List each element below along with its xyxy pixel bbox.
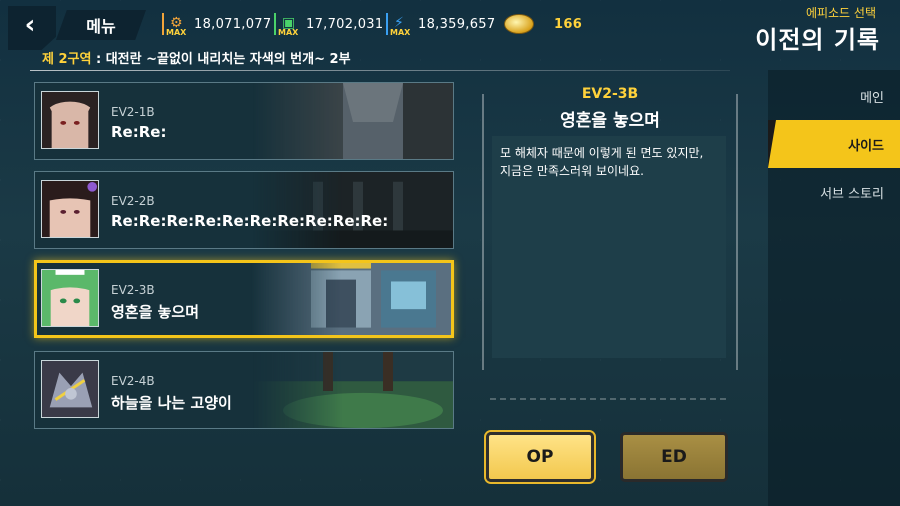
episode-code: EV2-3B (111, 283, 155, 297)
nav-item-main[interactable]: 메인 (768, 72, 900, 120)
ed-button[interactable]: ED (620, 432, 728, 482)
episode-detail-panel: EV2-3B 영혼을 놓으며 모 해체자 때문에 이렇게 된 면도 있지만, 지… (482, 86, 738, 370)
bolt-max-icon: ⚡ MAX (386, 13, 412, 37)
gear-max-icon: ⚙ MAX (162, 13, 188, 37)
coin-value: 166 (554, 16, 583, 32)
resource-chip: ▣ MAX 17,702,031 (274, 12, 384, 37)
background (0, 0, 900, 506)
top-bar: ‹ 메뉴 ⚙ MAX 18,071,077 ▣ MAX 17,702,031 ⚡ MA… (0, 0, 900, 54)
resource-bolt-value: 18,359,657 (418, 16, 496, 32)
dashed-divider (490, 398, 726, 400)
scene-thumbnail (251, 263, 451, 335)
episode-code: EV2-4B (111, 374, 155, 388)
episode-card-3[interactable]: EV2-3B 영혼을 놓으며 (34, 260, 454, 338)
scene-thumbnail (253, 83, 453, 159)
resource-bolt: ⚡ MAX 18,359,657 (386, 12, 496, 37)
character-portrait (41, 360, 99, 418)
resource-chip-value: 17,702,031 (306, 16, 384, 32)
resource-coin: 166 (504, 12, 582, 36)
chip-max-icon: ▣ MAX (274, 13, 300, 37)
detail-code: EV2-3B (581, 86, 639, 102)
detail-title: 영혼을 놓으며 (560, 111, 660, 131)
back-arrow-icon: ‹ (24, 10, 36, 40)
episode-select-label: 에피소드 선택 (805, 6, 876, 20)
episode-name: 영혼을 놓으며 (111, 303, 200, 321)
episode-name: Re:Re: (111, 123, 167, 141)
character-portrait (41, 91, 99, 149)
character-portrait (41, 269, 99, 327)
side-nav: 메인 사이드 서브 스토리 (768, 70, 900, 506)
op-button[interactable]: OP (486, 432, 594, 482)
nav-item-sub-story[interactable]: 서브 스토리 (768, 168, 900, 216)
episode-card-2[interactable]: EV2-2B Re:Re:Re:Re:Re:Re:Re:Re:Re:Re: (34, 171, 454, 249)
episode-name: Re:Re:Re:Re:Re:Re:Re:Re:Re:Re: (111, 212, 389, 230)
divider (30, 70, 730, 71)
page-title: 이전의 기록 (755, 26, 880, 54)
episode-card-4[interactable]: EV2-4B 하늘을 나는 고양이 (34, 351, 454, 429)
character-portrait (41, 180, 99, 238)
coin-icon (504, 14, 534, 34)
nav-item-side[interactable]: 사이드 (768, 120, 900, 168)
episode-card-1[interactable]: EV2-1B Re:Re: (34, 82, 454, 160)
menu-button[interactable]: 메뉴 (56, 10, 146, 40)
resource-gear: ⚙ MAX 18,071,077 (162, 12, 272, 37)
detail-description: 모 해체자 때문에 이렇게 된 면도 있지만, 지금은 만족스러워 보이네요. (500, 146, 704, 178)
detail-description-box: 모 해체자 때문에 이렇게 된 면도 있지만, 지금은 만족스러워 보이네요. (492, 136, 726, 358)
resource-gear-value: 18,071,077 (194, 16, 272, 32)
back-button[interactable]: ‹ (8, 6, 56, 50)
scene-thumbnail (253, 352, 453, 428)
scene-thumbnail (253, 172, 453, 248)
episode-code: EV2-1B (111, 105, 155, 119)
episode-name: 하늘을 나는 고양이 (111, 394, 232, 412)
region-title: 제 2구역 : 대전란 ~끝없이 내리치는 자색의 번개~ 2부 (42, 52, 351, 67)
episode-code: EV2-2B (111, 194, 155, 208)
